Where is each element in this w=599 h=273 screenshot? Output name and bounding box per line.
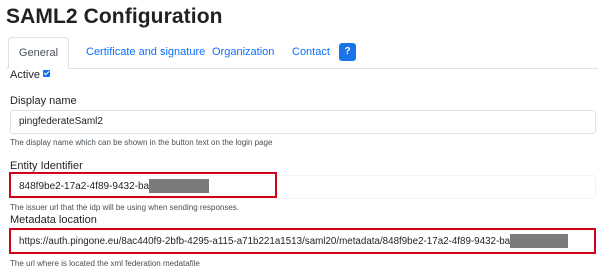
help-button[interactable]: ? (339, 43, 356, 61)
entity-identifier-highlight (9, 172, 277, 198)
display-name-help: The display name which can be shown in t… (10, 138, 273, 147)
entity-identifier-label: Entity Identifier (10, 160, 83, 172)
metadata-location-highlight (9, 228, 596, 254)
tab-organization[interactable]: Organization (212, 37, 274, 67)
tab-contact[interactable]: Contact (292, 37, 330, 67)
display-name-label: Display name (10, 95, 77, 107)
entity-identifier-help: The issuer url that the idp will be usin… (10, 203, 240, 212)
page-title: SAML2 Configuration (6, 5, 223, 28)
tab-general[interactable]: General (8, 37, 69, 69)
metadata-location-label: Metadata location (10, 214, 97, 226)
tab-bar: General Certificate and signature Organi… (6, 37, 598, 69)
display-name-input[interactable]: pingfederateSaml2 (10, 110, 596, 134)
active-checkbox[interactable] (42, 70, 50, 77)
metadata-location-help: The url where is located the xml federat… (10, 259, 200, 268)
active-label: Active (10, 69, 40, 81)
active-row: Active (10, 69, 50, 81)
tab-certificate-and-signature[interactable]: Certificate and signature (86, 37, 205, 67)
